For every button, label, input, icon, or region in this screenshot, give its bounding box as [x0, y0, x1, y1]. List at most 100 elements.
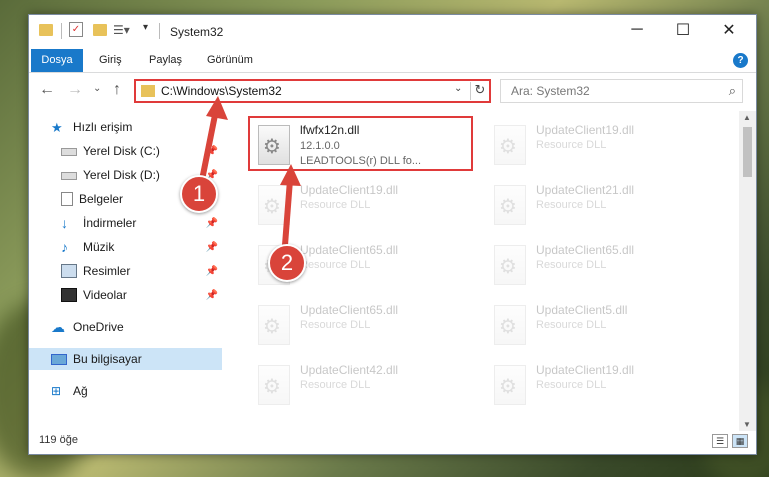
file-item[interactable]: UpdateClient65.dll Resource DLL — [486, 237, 706, 292]
chevron-down-icon[interactable]: ⌄ — [454, 83, 462, 94]
rename-icon[interactable]: ☰▾ — [113, 23, 130, 37]
scroll-down-icon[interactable]: ▼ — [743, 420, 751, 429]
music-icon: ♪ — [61, 239, 68, 255]
sidebar-item-label: Resimler — [83, 264, 131, 278]
file-name: UpdateClient19.dll — [536, 363, 635, 377]
dll-file-icon — [494, 305, 526, 345]
tab-home[interactable]: Giriş — [89, 49, 132, 72]
file-name: UpdateClient65.dll — [536, 243, 635, 257]
refresh-icon[interactable]: ↻ — [470, 82, 489, 100]
file-item[interactable]: UpdateClient5.dll Resource DLL — [486, 297, 706, 352]
customize-toolbar-icon[interactable]: ▾ — [143, 22, 148, 33]
file-type: Resource DLL — [536, 259, 607, 271]
sidebar-item-downloads[interactable]: ↓ İndirmeler 📌 — [29, 212, 222, 234]
callout-2: 2 — [268, 244, 306, 282]
new-folder-icon[interactable] — [93, 24, 107, 36]
sidebar-item-label: Bu bilgisayar — [73, 352, 142, 366]
file-type: Resource DLL — [300, 379, 371, 391]
close-button[interactable]: ✕ — [706, 15, 752, 45]
file-item[interactable]: UpdateClient19.dll Resource DLL — [250, 177, 470, 232]
back-icon[interactable]: ← — [39, 81, 55, 99]
documents-icon — [61, 192, 73, 206]
pictures-icon — [61, 264, 77, 278]
folder-icon — [39, 24, 53, 36]
details-view-icon[interactable]: ☰ — [712, 434, 728, 448]
dll-file-icon — [494, 245, 526, 285]
file-name: UpdateClient42.dll — [300, 363, 399, 377]
sidebar-item-label: Müzik — [83, 240, 115, 254]
item-count: 119 öğe — [39, 434, 78, 446]
dll-file-icon — [494, 125, 526, 165]
file-item[interactable]: UpdateClient19.dll Resource DLL — [486, 117, 706, 172]
cloud-icon: ☁ — [51, 319, 65, 335]
search-placeholder: Ara: System32 — [511, 84, 590, 98]
sidebar-item-label: Belgeler — [79, 192, 124, 206]
scroll-up-icon[interactable]: ▲ — [743, 113, 751, 122]
pin-icon[interactable]: 📌 — [206, 290, 218, 301]
sidebar-item-this-pc[interactable]: Bu bilgisayar — [29, 348, 222, 370]
file-name: UpdateClient21.dll — [536, 183, 635, 197]
file-highlight-box — [248, 116, 473, 171]
file-type: Resource DLL — [300, 199, 371, 211]
file-name: UpdateClient65.dll — [300, 303, 399, 317]
tab-file[interactable]: Dosya — [31, 49, 83, 72]
file-name: UpdateClient19.dll — [300, 183, 399, 197]
sidebar-item-local-disk-c[interactable]: Yerel Disk (C:) 📌 — [29, 140, 222, 162]
divider — [61, 23, 62, 39]
status-bar: 119 öğe ☰ ▦ — [29, 430, 756, 454]
sidebar-item-label: Hızlı erişim — [73, 120, 133, 134]
large-icons-view-icon[interactable]: ▦ — [732, 434, 748, 448]
sidebar-item-label: İndirmeler — [83, 216, 137, 230]
window-title: System32 — [170, 25, 224, 39]
maximize-button[interactable]: ☐ — [660, 15, 706, 45]
tab-view[interactable]: Görünüm — [197, 49, 263, 72]
file-type: Resource DLL — [536, 199, 607, 211]
up-icon[interactable]: ↑ — [113, 81, 121, 99]
sidebar-item-label: Yerel Disk (C:) — [83, 144, 160, 158]
sidebar-item-music[interactable]: ♪ Müzik 📌 — [29, 236, 222, 258]
file-name: UpdateClient5.dll — [536, 303, 628, 317]
sidebar-item-videos[interactable]: Videolar 📌 — [29, 284, 222, 306]
file-item[interactable]: UpdateClient65.dll Resource DLL — [250, 297, 470, 352]
file-type: Resource DLL — [536, 319, 607, 331]
address-path[interactable]: C:\Windows\System32 — [161, 84, 282, 98]
drive-icon — [61, 148, 77, 156]
scroll-thumb[interactable] — [743, 127, 752, 177]
computer-icon — [51, 353, 67, 365]
drive-icon — [61, 172, 77, 180]
pin-icon[interactable]: 📌 — [206, 218, 218, 229]
vertical-scrollbar[interactable]: ▲ ▼ — [739, 111, 756, 431]
search-icon[interactable]: ⌕ — [729, 83, 736, 99]
star-icon: ★ — [51, 120, 63, 135]
video-icon — [61, 288, 77, 302]
sidebar-item-quick-access[interactable]: ★ Hızlı erişim — [29, 116, 222, 138]
search-input[interactable]: Ara: System32 ⌕ — [500, 79, 743, 103]
dll-file-icon — [258, 365, 290, 405]
file-type: Resource DLL — [300, 319, 371, 331]
download-icon: ↓ — [61, 215, 68, 231]
minimize-button[interactable]: ─ — [614, 15, 660, 45]
address-bar[interactable]: C:\Windows\System32 ⌄ ↻ — [134, 79, 491, 103]
network-icon: ⊞ — [51, 384, 62, 398]
navigation-bar: ← → ⌄ ↑ C:\Windows\System32 ⌄ ↻ Ara: Sys… — [29, 73, 756, 109]
tab-share[interactable]: Paylaş — [139, 49, 192, 72]
dll-file-icon — [494, 365, 526, 405]
file-item[interactable]: UpdateClient42.dll Resource DLL — [250, 357, 470, 412]
folder-icon — [141, 85, 155, 97]
forward-icon[interactable]: → — [67, 81, 83, 99]
pin-icon[interactable]: 📌 — [206, 266, 218, 277]
recent-locations-icon[interactable]: ⌄ — [93, 83, 101, 94]
pin-icon[interactable]: 📌 — [206, 146, 218, 157]
pin-icon[interactable]: 📌 — [206, 242, 218, 253]
file-explorer-window: ✓ ☰▾ ▾ System32 ─ ☐ ✕ Dosya Giriş Paylaş… — [28, 14, 757, 455]
file-item[interactable]: UpdateClient21.dll Resource DLL — [486, 177, 706, 232]
properties-icon[interactable]: ✓ — [69, 22, 83, 37]
file-item[interactable]: UpdateClient19.dll Resource DLL — [486, 357, 706, 412]
sidebar-item-label: Yerel Disk (D:) — [83, 168, 160, 182]
sidebar-item-onedrive[interactable]: ☁ OneDrive — [29, 316, 222, 338]
callout-1: 1 — [180, 175, 218, 213]
sidebar-item-network[interactable]: ⊞ Ağ — [29, 380, 222, 402]
sidebar-item-pictures[interactable]: Resimler 📌 — [29, 260, 222, 282]
sidebar-item-label: Videolar — [83, 288, 127, 302]
help-icon[interactable]: ? — [733, 53, 748, 68]
